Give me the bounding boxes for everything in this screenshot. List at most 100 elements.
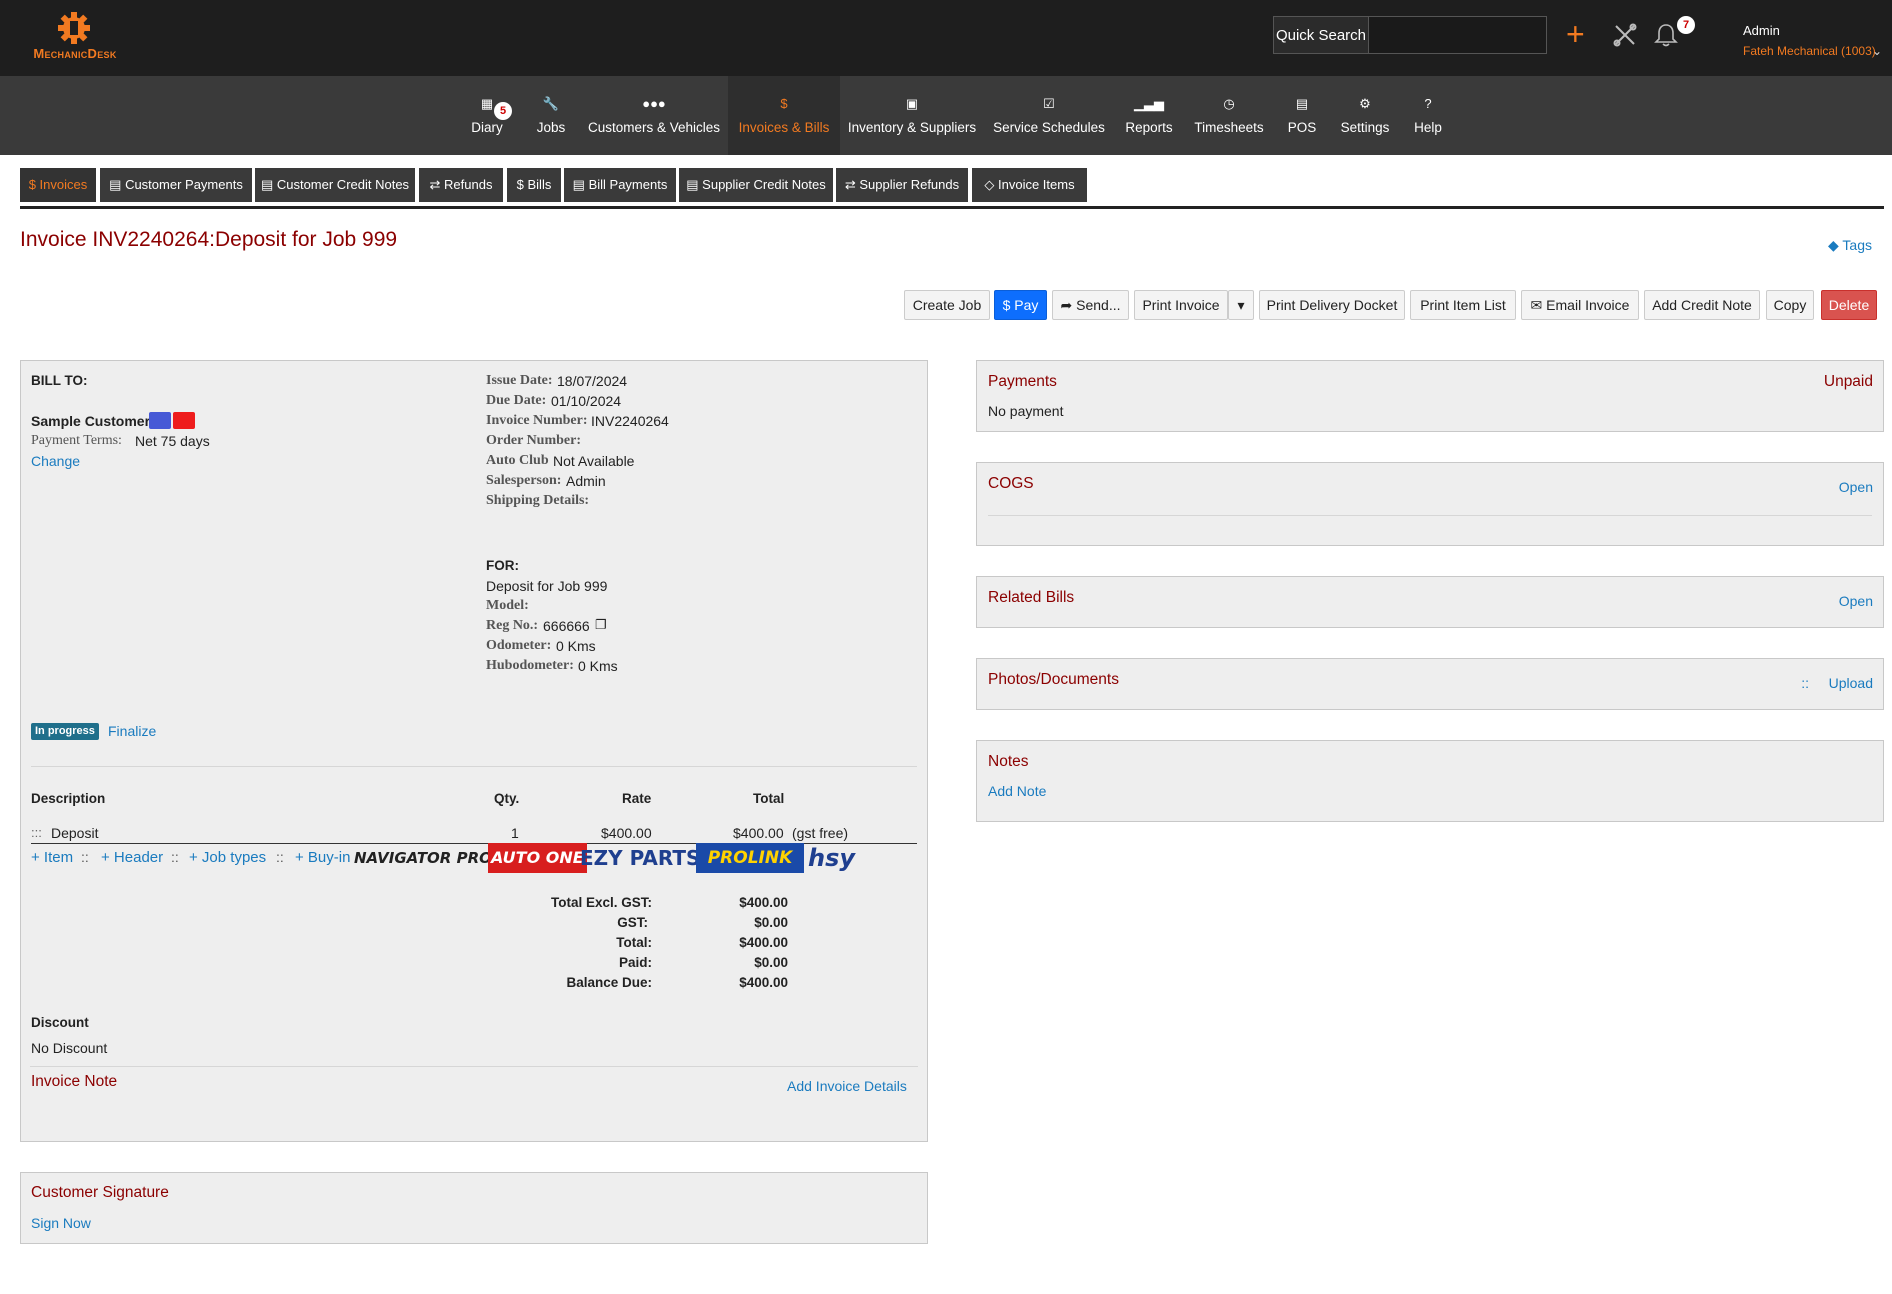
brand-label: AUTO ONE: [488, 843, 587, 873]
app-logo[interactable]: MechanicDesk: [20, 10, 130, 62]
divider: [31, 766, 917, 767]
add-credit-note-button[interactable]: Add Credit Note: [1644, 290, 1760, 320]
add-buy-in-link[interactable]: + Buy-in: [295, 849, 350, 866]
hsy-logo[interactable]: hsy: [808, 843, 866, 873]
sign-now-link[interactable]: Sign Now: [31, 1215, 91, 1231]
total-excl-gst: $400.00: [739, 895, 788, 910]
item-rate[interactable]: $400.00: [601, 825, 652, 841]
nav-settings[interactable]: ⚙ Settings: [1334, 76, 1396, 155]
tab-invoice-items[interactable]: ◇ Invoice Items: [972, 168, 1087, 202]
nav-service-schedules[interactable]: ☑ Service Schedules: [990, 76, 1108, 155]
nav-invoices-bills[interactable]: $ Invoices & Bills: [728, 76, 840, 155]
tools-icon[interactable]: [1612, 22, 1638, 48]
tab-customer-credit-notes[interactable]: ▤ Customer Credit Notes: [255, 168, 415, 202]
paid-label: Paid:: [618, 955, 652, 970]
add-invoice-details-link[interactable]: Add Invoice Details: [787, 1078, 907, 1094]
due-date: 01/10/2024: [551, 393, 622, 409]
upload-link[interactable]: Upload: [1829, 675, 1873, 691]
quick-search-label: Quick Search: [1273, 16, 1369, 54]
print-item-list-button[interactable]: Print Item List: [1410, 290, 1516, 320]
auto-one-logo[interactable]: AUTO ONE: [488, 843, 587, 873]
copy-icon[interactable]: ❐: [595, 617, 607, 633]
nav-help[interactable]: ? Help: [1406, 76, 1450, 155]
pay-button[interactable]: $ Pay: [994, 290, 1047, 320]
finalize-link[interactable]: Finalize: [108, 723, 156, 739]
nav-label: Invoices & Bills: [738, 120, 830, 135]
item-description[interactable]: Deposit: [51, 825, 98, 841]
print-options-dropdown[interactable]: ▾: [1228, 290, 1254, 320]
ezy-parts-logo[interactable]: EZY PARTS: [580, 843, 700, 873]
logo-text: MechanicDesk: [33, 46, 117, 61]
invoice-number: INV2240264: [591, 413, 669, 429]
tab-label: Supplier Refunds: [859, 177, 960, 192]
nav-timesheets[interactable]: ◷ Timesheets: [1188, 76, 1270, 155]
related-bills-open-link[interactable]: Open: [1839, 593, 1873, 609]
print-delivery-docket-button[interactable]: Print Delivery Docket: [1259, 290, 1405, 320]
nav-jobs[interactable]: 🔧 Jobs: [526, 76, 576, 155]
plus-icon[interactable]: +: [1566, 18, 1585, 50]
tab-bills[interactable]: $ Bills: [507, 168, 561, 202]
item-qty[interactable]: 1: [511, 825, 519, 841]
nav-reports[interactable]: ▁▃▅ Reports: [1118, 76, 1180, 155]
drag-handle[interactable]: :::: [31, 825, 42, 840]
nav-label: Timesheets: [1194, 120, 1264, 135]
quick-search-input[interactable]: [1369, 16, 1547, 54]
tags-link[interactable]: ◆ Tags: [1828, 237, 1872, 254]
exchange-icon: ⇄: [429, 177, 445, 192]
nav-label: Service Schedules: [993, 120, 1105, 135]
bill-to-heading: BILL TO:: [31, 373, 88, 388]
nav-customers-vehicles[interactable]: ●●● Customers & Vehicles: [584, 76, 724, 155]
add-header-link[interactable]: + Header: [101, 849, 163, 866]
dollar-icon: $: [780, 96, 788, 111]
chevron-down-icon[interactable]: ⌄: [1872, 44, 1882, 58]
tag-icon: ◇: [984, 177, 998, 192]
envelope-icon: ✉: [1530, 297, 1547, 313]
auto-club: Not Available: [553, 453, 635, 469]
change-customer-link[interactable]: Change: [31, 453, 80, 469]
prolink-logo[interactable]: PROLINK: [696, 843, 804, 873]
tab-refunds[interactable]: ⇄ Refunds: [419, 168, 503, 202]
tab-supplier-refunds[interactable]: ⇄ Supplier Refunds: [836, 168, 968, 202]
bell-icon[interactable]: [1654, 22, 1678, 48]
add-job-types-link[interactable]: + Job types: [189, 849, 266, 866]
gst-value: $0.00: [754, 915, 788, 930]
payment-terms: Net 75 days: [135, 433, 210, 449]
email-invoice-button[interactable]: ✉ Email Invoice: [1521, 290, 1639, 320]
total-label: Total:: [616, 935, 652, 950]
create-job-button[interactable]: Create Job: [904, 290, 990, 320]
add-item-link[interactable]: + Item: [31, 849, 73, 866]
model-label: Model:: [486, 598, 529, 613]
nav-inventory-suppliers[interactable]: ▣ Inventory & Suppliers: [846, 76, 978, 155]
delete-button[interactable]: Delete: [1821, 290, 1877, 320]
add-note-link[interactable]: Add Note: [988, 783, 1046, 799]
nav-pos[interactable]: ▤ POS: [1280, 76, 1324, 155]
brand-label: hsy: [808, 844, 856, 872]
notification-badge: 7: [1677, 16, 1695, 34]
customer-tag-red[interactable]: [173, 412, 195, 429]
navigator-pro-logo[interactable]: NAVIGATOR PRO: [354, 843, 492, 873]
tab-customer-payments[interactable]: ▤ Customer Payments: [100, 168, 252, 202]
tab-supplier-credit-notes[interactable]: ▤ Supplier Credit Notes: [679, 168, 833, 202]
caret-down-icon: ▾: [1237, 297, 1245, 313]
tab-bill-payments[interactable]: ▤ Bill Payments: [564, 168, 676, 202]
related-bills-title: Related Bills: [988, 589, 1075, 606]
nav-label: Help: [1414, 120, 1442, 135]
divider: [988, 515, 1872, 516]
print-invoice-button[interactable]: Print Invoice: [1134, 290, 1228, 320]
user-name[interactable]: Admin: [1743, 23, 1780, 38]
related-bills-panel: Related Bills Open: [976, 576, 1884, 628]
customer-tag-blue[interactable]: [149, 412, 171, 429]
users-icon: ●●●: [642, 96, 666, 111]
copy-button[interactable]: Copy: [1766, 290, 1814, 320]
tab-label: Customer Credit Notes: [276, 177, 410, 192]
issue-date: 18/07/2024: [557, 373, 628, 389]
wrench-icon: 🔧: [542, 96, 560, 111]
customer-name[interactable]: Sample Customer: [31, 413, 150, 429]
tab-invoices[interactable]: $ Invoices: [20, 168, 96, 202]
send-button[interactable]: ➦ Send...: [1052, 290, 1129, 320]
payments-title: Payments: [988, 373, 1057, 390]
user-org[interactable]: Fateh Mechanical (1003): [1743, 44, 1876, 58]
for-heading: FOR:: [486, 558, 519, 573]
drag-handle[interactable]: ::: [1801, 675, 1809, 691]
cogs-open-link[interactable]: Open: [1839, 479, 1873, 495]
